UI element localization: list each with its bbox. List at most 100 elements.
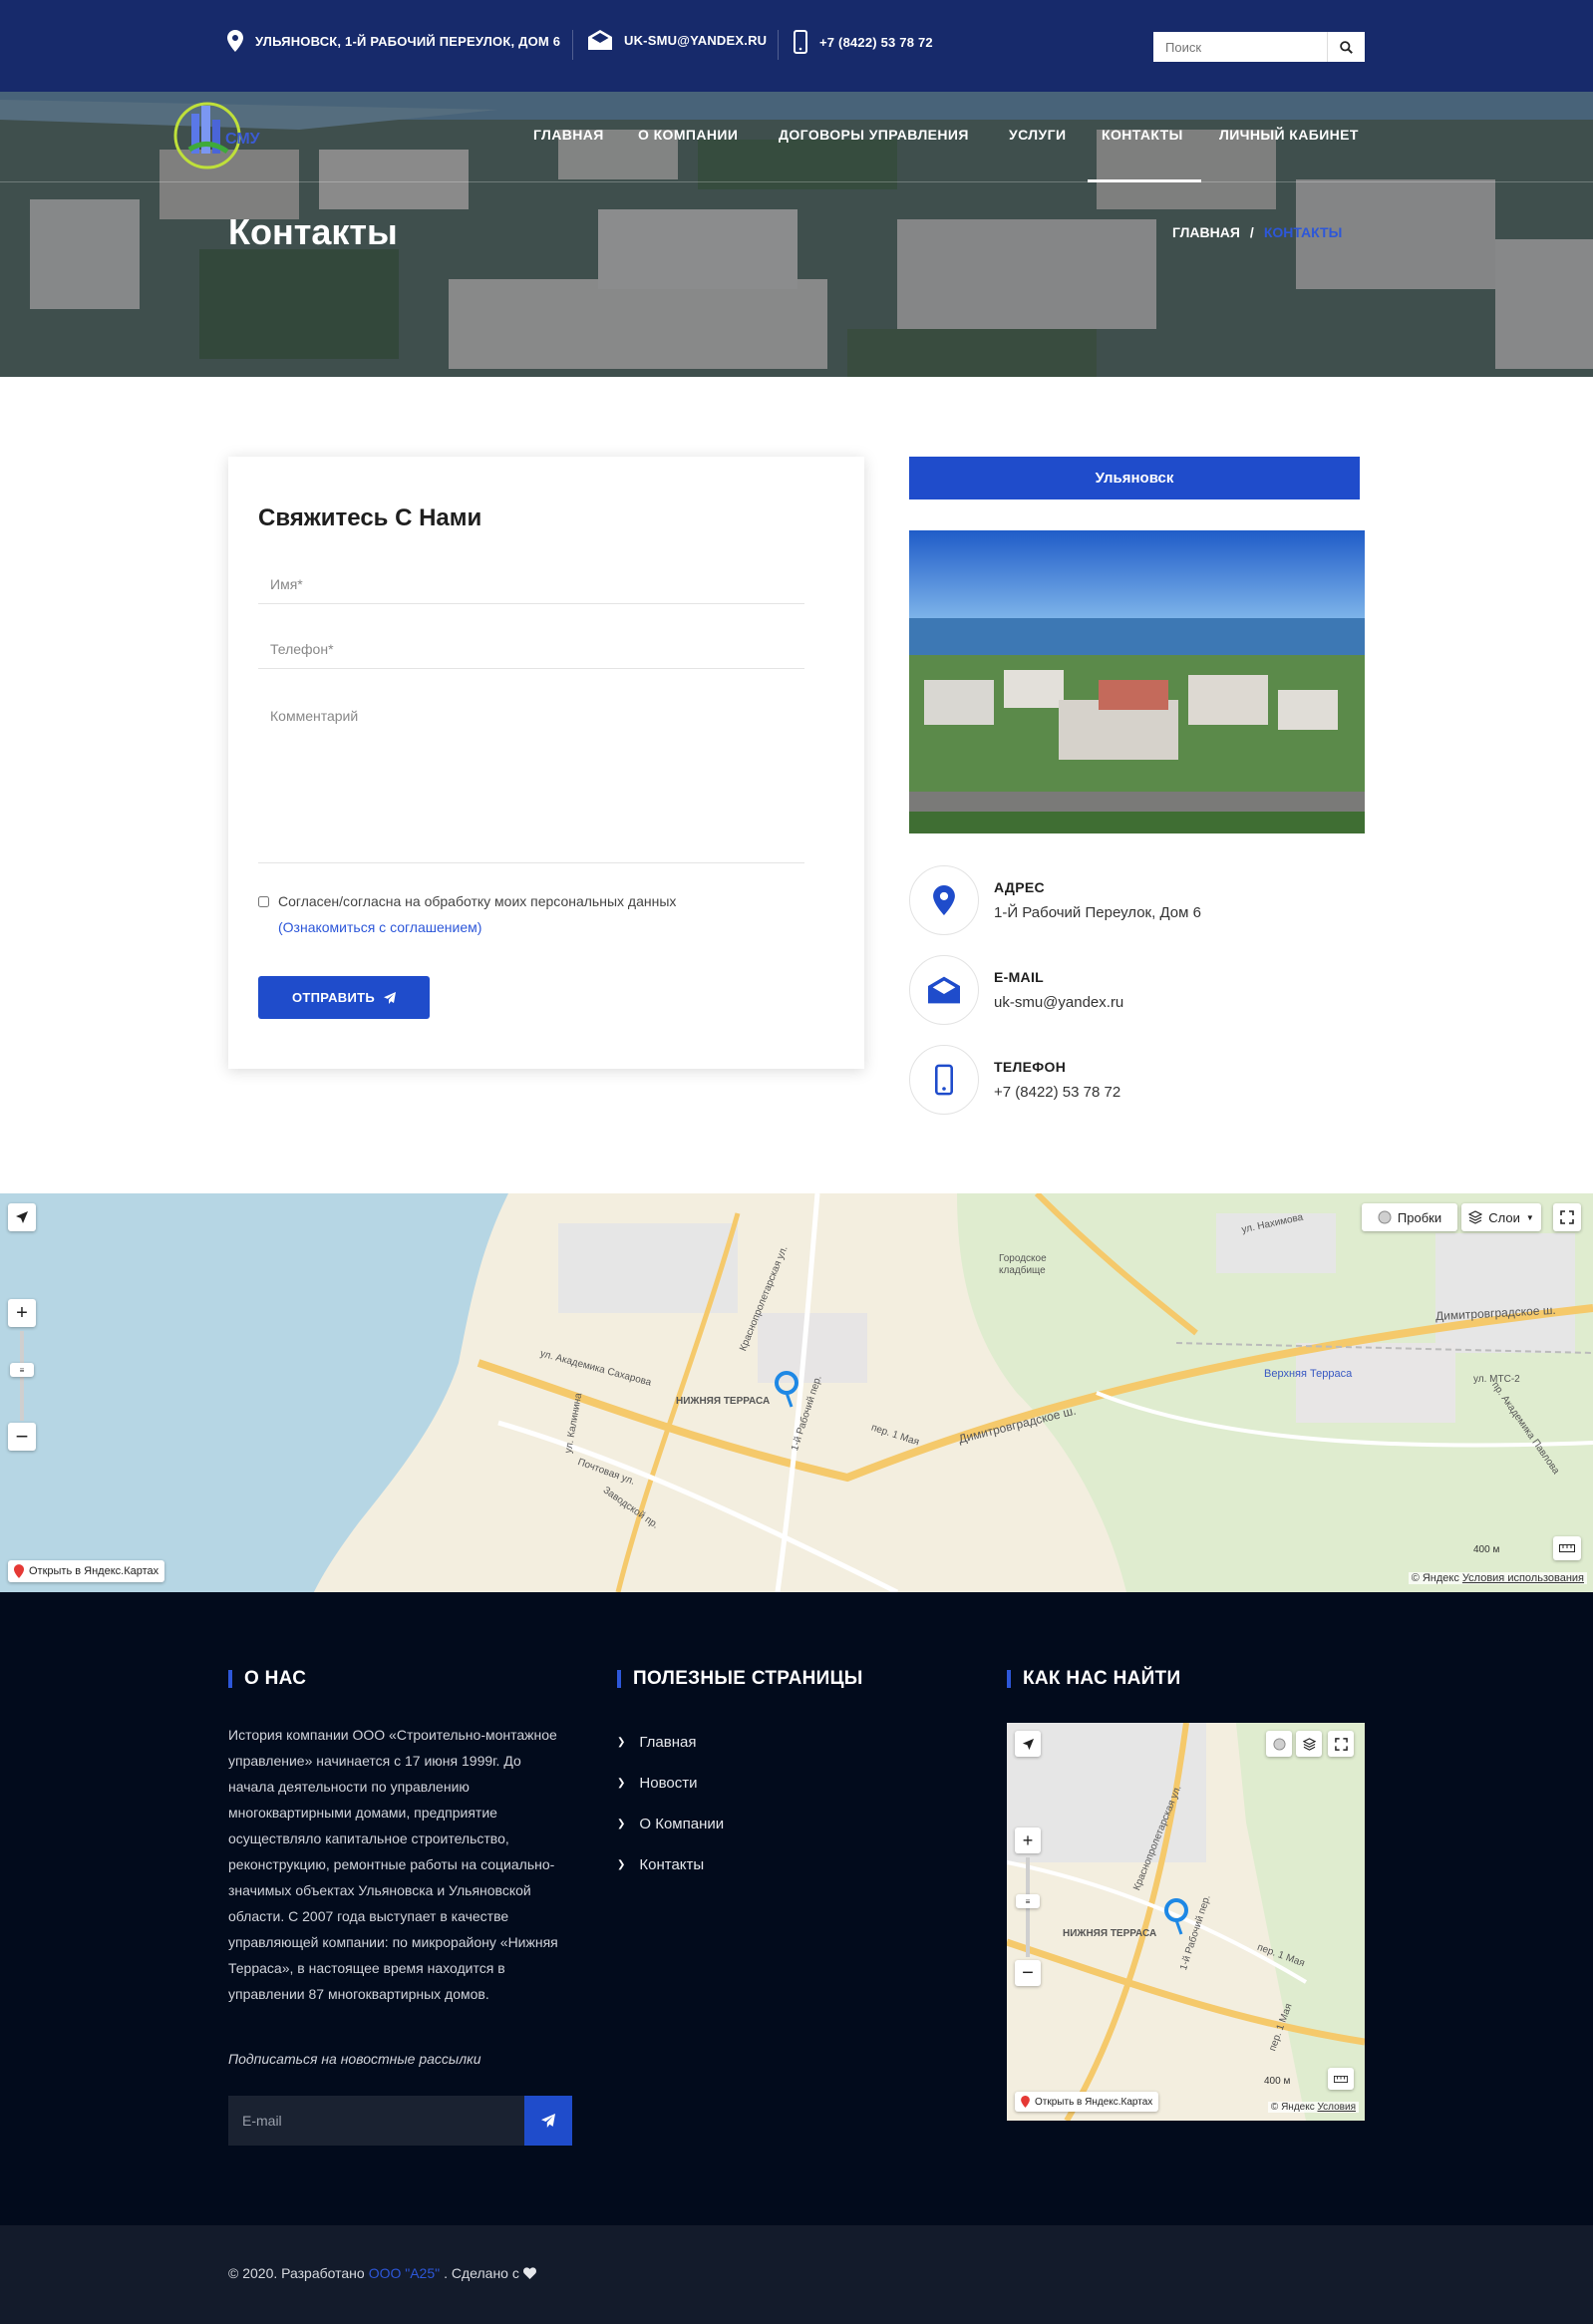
map-marker-icon bbox=[933, 885, 955, 915]
search-input[interactable] bbox=[1153, 32, 1327, 62]
mini-layers-button[interactable] bbox=[1296, 1731, 1322, 1757]
copyright: © 2020. Разработано ООО "А25". Сделано с bbox=[228, 2265, 536, 2281]
zoom-slider-handle[interactable]: ≡ bbox=[10, 1363, 34, 1377]
nav-item-contacts[interactable]: КОНТАКТЫ bbox=[1102, 127, 1183, 143]
nav-item-account[interactable]: ЛИЧНЫЙ КАБИНЕТ bbox=[1219, 127, 1359, 143]
mini-map-canvas bbox=[1007, 1723, 1365, 2121]
form-title: Свяжитесь С Нами bbox=[258, 504, 482, 531]
city-aerial-image bbox=[909, 530, 1365, 833]
mini-zoom-handle[interactable]: ≡ bbox=[1016, 1894, 1040, 1908]
consent-checkbox[interactable] bbox=[258, 895, 269, 907]
phone-label: ТЕЛЕФОН bbox=[994, 1059, 1067, 1075]
mini-map-copyright-text: © Яндекс bbox=[1270, 2102, 1315, 2113]
footer-mini-map[interactable]: НИЖНЯЯ ТЕРРАСА Краснопролетарская ул. 1-… bbox=[1007, 1723, 1365, 2121]
company-logo[interactable]: СМУ bbox=[169, 92, 287, 179]
mini-map-label-low-terrace: НИЖНЯЯ ТЕРРАСА bbox=[1063, 1928, 1157, 1939]
layers-button[interactable]: Слои ▼ bbox=[1461, 1203, 1541, 1231]
address-label: АДРЕС bbox=[994, 879, 1045, 895]
layers-icon bbox=[1302, 1737, 1316, 1751]
map-label-low-terrace: НИЖНЯЯ ТЕРРАСА bbox=[676, 1396, 771, 1407]
topbar-phone[interactable]: +7 (8422) 53 78 72 bbox=[794, 30, 933, 54]
subscribe-form bbox=[228, 2096, 572, 2146]
topbar-email[interactable]: UK-SMU@YANDEX.RU bbox=[588, 30, 767, 50]
minus-icon: − bbox=[15, 1424, 29, 1449]
layers-label: Слои bbox=[1488, 1209, 1520, 1225]
minus-icon: − bbox=[1022, 1961, 1034, 1984]
subscribe-label: Подписаться на новостные рассылки bbox=[228, 2051, 481, 2067]
footer-link-label: Новости bbox=[639, 1775, 698, 1792]
logo-emblem-icon: СМУ bbox=[173, 102, 261, 169]
nav-item-home[interactable]: ГЛАВНАЯ bbox=[533, 127, 604, 143]
address-value: 1-Й Рабочий Переулок, Дом 6 bbox=[994, 904, 1201, 921]
subscribe-button[interactable] bbox=[524, 2096, 572, 2146]
footer-link-contacts[interactable]: ❯ Контакты bbox=[617, 1844, 724, 1885]
footer-link-news[interactable]: ❯ Новости bbox=[617, 1763, 724, 1804]
phone-value[interactable]: +7 (8422) 53 78 72 bbox=[994, 1084, 1120, 1101]
mini-map-terms-link[interactable]: Условия bbox=[1317, 2102, 1356, 2113]
chevron-down-icon: ▼ bbox=[1525, 1212, 1534, 1222]
map-pin-icon bbox=[1021, 2096, 1030, 2108]
mini-ruler-button[interactable] bbox=[1328, 2068, 1354, 2090]
mini-traffic-button[interactable] bbox=[1266, 1731, 1292, 1757]
mini-fullscreen-button[interactable] bbox=[1328, 1731, 1354, 1757]
topbar-divider bbox=[778, 30, 779, 60]
geolocation-button[interactable] bbox=[8, 1203, 36, 1231]
email-icon-circle bbox=[909, 955, 979, 1025]
submit-button[interactable]: ОТПРАВИТЬ bbox=[258, 976, 430, 1019]
map-terms-link[interactable]: Условия использования bbox=[1462, 1572, 1584, 1584]
zoom-out-button[interactable]: − bbox=[8, 1423, 36, 1451]
phone-input[interactable] bbox=[258, 629, 804, 669]
top-bar: УЛЬЯНОВСК, 1-Й РАБОЧИЙ ПЕРЕУЛОК, ДОМ 6 U… bbox=[0, 0, 1593, 92]
footer-about-title: О НАС bbox=[228, 1669, 306, 1688]
map-copyright-text: © Яндекс bbox=[1411, 1572, 1459, 1584]
consent-checkbox-row[interactable]: Согласен/согласна на обработку моих перс… bbox=[258, 893, 676, 909]
fullscreen-button[interactable] bbox=[1553, 1203, 1581, 1231]
footer-link-home[interactable]: ❯ Главная bbox=[617, 1722, 724, 1763]
plus-icon: + bbox=[16, 1301, 28, 1324]
mini-open-label: Открыть в Яндекс.Картах bbox=[1035, 2096, 1153, 2108]
nav-item-about[interactable]: О КОМПАНИИ bbox=[638, 127, 738, 143]
breadcrumb-current: КОНТАКТЫ bbox=[1263, 224, 1343, 240]
nav-item-contracts[interactable]: ДОГОВОРЫ УПРАВЛЕНИЯ bbox=[779, 127, 969, 143]
map-copyright: © Яндекс Условия использования bbox=[1408, 1572, 1587, 1584]
paper-plane-icon bbox=[384, 991, 397, 1004]
location-arrow-icon bbox=[16, 1211, 28, 1223]
yandex-map[interactable]: НИЖНЯЯ ТЕРРАСА Верхняя Терраса Городское… bbox=[0, 1193, 1593, 1592]
contact-phone: ТЕЛЕФОН +7 (8422) 53 78 72 bbox=[909, 1045, 1368, 1115]
mini-zoom-in-button[interactable]: + bbox=[1015, 1827, 1041, 1853]
city-photo bbox=[909, 530, 1365, 833]
map-pin-icon bbox=[14, 1564, 24, 1578]
topbar-divider bbox=[572, 30, 573, 60]
chevron-right-icon: ❯ bbox=[617, 1819, 626, 1829]
ruler-button[interactable] bbox=[1553, 1536, 1581, 1560]
breadcrumb-home[interactable]: ГЛАВНАЯ bbox=[1172, 224, 1240, 240]
address-icon-circle bbox=[909, 865, 979, 935]
contact-address: АДРЕС 1-Й Рабочий Переулок, Дом 6 bbox=[909, 865, 1368, 935]
envelope-open-icon bbox=[928, 976, 960, 1004]
nav-item-services[interactable]: УСЛУГИ bbox=[1009, 127, 1066, 143]
developer-link[interactable]: ООО "А25" bbox=[369, 2265, 440, 2281]
footer-link-label: О Компании bbox=[639, 1816, 725, 1832]
agreement-link[interactable]: (Ознакомиться с соглашением) bbox=[278, 919, 481, 935]
footer-link-about[interactable]: ❯ О Компании bbox=[617, 1804, 724, 1844]
zoom-in-button[interactable]: + bbox=[8, 1299, 36, 1327]
email-value[interactable]: uk-smu@yandex.ru bbox=[994, 994, 1123, 1011]
city-tab-button[interactable]: Ульяновск bbox=[909, 457, 1360, 499]
mini-zoom-out-button[interactable]: − bbox=[1015, 1960, 1041, 1986]
traffic-button[interactable]: Пробки bbox=[1362, 1203, 1457, 1231]
mini-open-in-yandex-maps[interactable]: Открыть в Яндекс.Картах bbox=[1015, 2092, 1159, 2112]
mini-geolocation-button[interactable] bbox=[1015, 1731, 1041, 1757]
open-in-yandex-maps[interactable]: Открыть в Яндекс.Картах bbox=[8, 1560, 165, 1582]
subscribe-email-input[interactable] bbox=[228, 2096, 524, 2146]
submit-button-label: ОТПРАВИТЬ bbox=[291, 990, 376, 1005]
search-box bbox=[1153, 32, 1365, 62]
heart-icon bbox=[522, 2267, 536, 2279]
phone-icon-circle bbox=[909, 1045, 979, 1115]
logo-text: СМУ bbox=[225, 131, 261, 148]
comment-textarea[interactable] bbox=[258, 694, 804, 863]
paper-plane-icon bbox=[541, 2114, 555, 2128]
name-input[interactable] bbox=[258, 564, 804, 604]
breadcrumb: ГЛАВНАЯ / КОНТАКТЫ bbox=[1172, 224, 1342, 240]
search-button[interactable] bbox=[1327, 32, 1365, 62]
topbar-address-text: УЛЬЯНОВСК, 1-Й РАБОЧИЙ ПЕРЕУЛОК, ДОМ 6 bbox=[255, 33, 561, 49]
